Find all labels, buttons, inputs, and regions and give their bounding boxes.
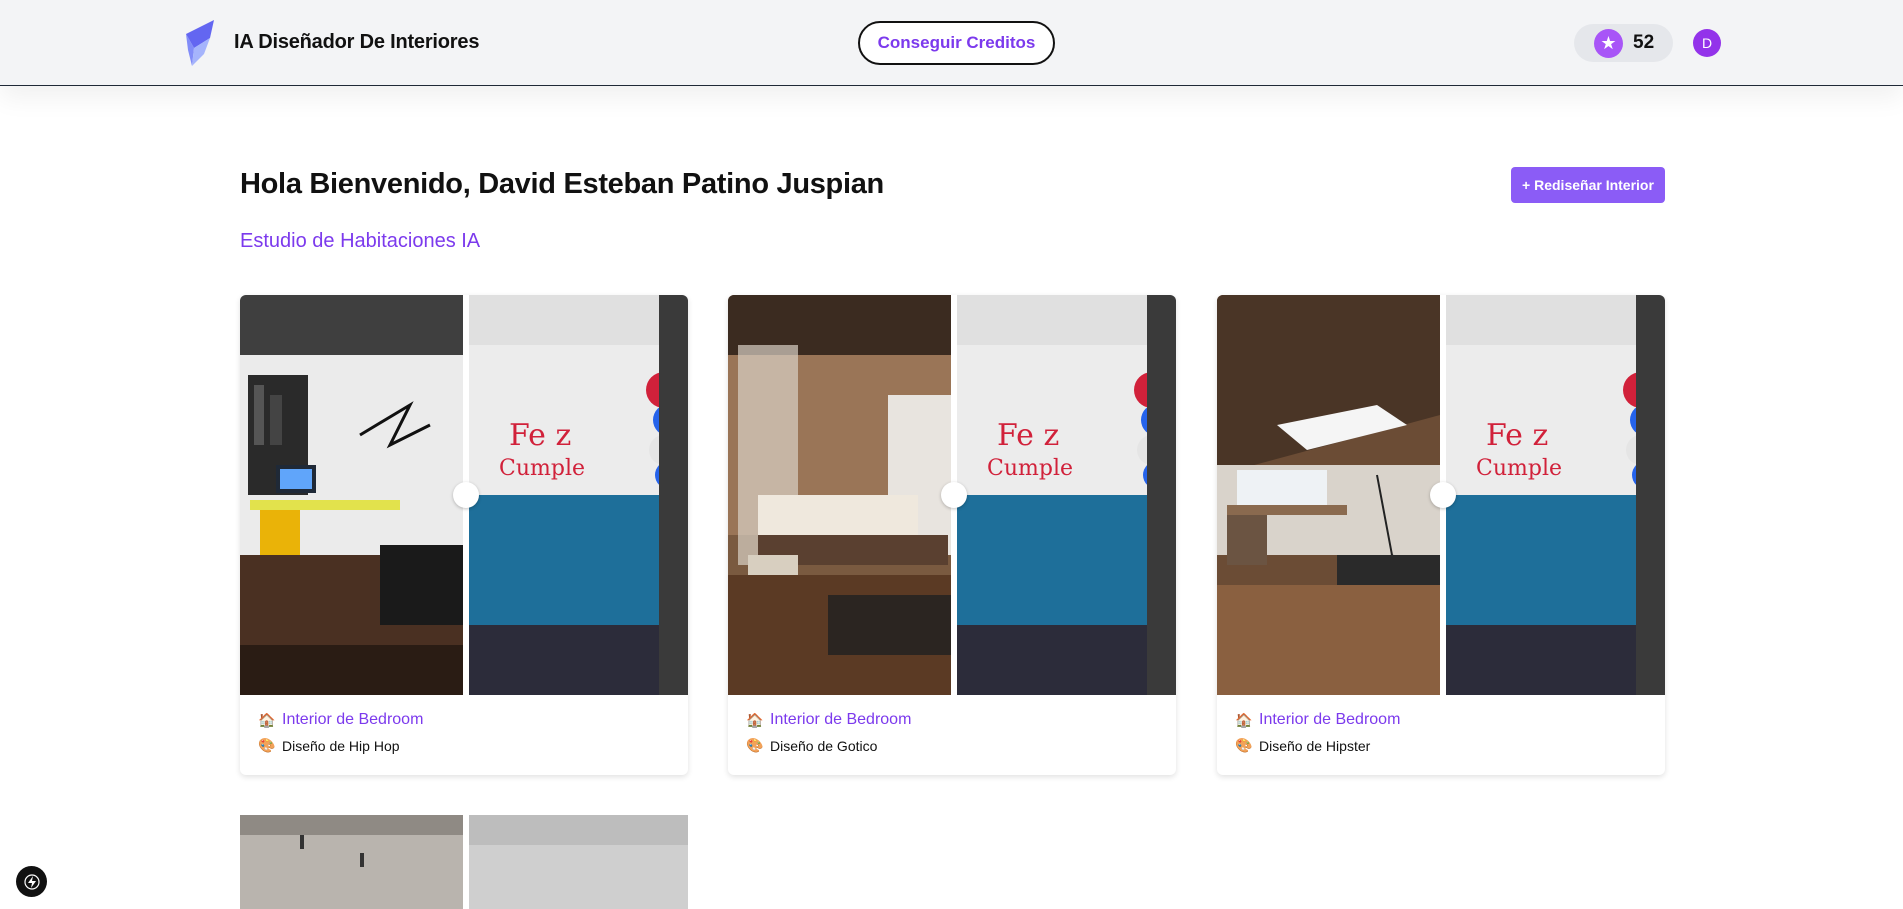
design-style-label: Diseño de Gotico — [770, 737, 878, 754]
room-card: Fe z Cumple 🏠 Interior de Bedroom 🎨 Dise… — [240, 295, 688, 775]
original-room-image: Fe z Cumple — [957, 295, 1176, 695]
room-image-partial — [240, 815, 688, 909]
get-credits-button[interactable]: Conseguir Creditos — [858, 21, 1055, 65]
before-after-slider[interactable]: Fe z Cumple — [240, 295, 688, 695]
original-room-image: Fe z Cumple — [1446, 295, 1665, 695]
before-after-slider[interactable]: Fe z Cumple — [1217, 295, 1665, 695]
redesigned-room-image — [728, 295, 951, 695]
palette-icon: 🎨 — [258, 737, 276, 753]
house-icon: 🏠 — [258, 711, 276, 728]
svg-text:Cumple: Cumple — [1476, 456, 1562, 481]
page-title: Hola Bienvenido, David Esteban Patino Ju… — [240, 168, 884, 200]
svg-text:Fe z: Fe z — [997, 418, 1059, 453]
app-logo-icon[interactable] — [184, 20, 218, 66]
room-type-label: Interior de Bedroom — [1259, 711, 1401, 728]
credit-balance: ★ 52 — [1574, 24, 1673, 62]
house-icon: 🏠 — [746, 711, 764, 728]
section-subtitle: Estudio de Habitaciones IA — [240, 230, 481, 252]
redesign-interior-button[interactable]: + Rediseñar Interior — [1511, 167, 1665, 203]
user-avatar[interactable]: D — [1693, 29, 1721, 57]
slider-handle[interactable] — [453, 482, 479, 508]
top-navbar: IA Diseñador De Interiores Conseguir Cre… — [0, 0, 1903, 86]
svg-text:Fe z: Fe z — [1486, 418, 1548, 453]
brand-name[interactable]: IA Diseñador De Interiores — [234, 31, 479, 54]
house-icon: 🏠 — [1235, 711, 1253, 728]
star-icon: ★ — [1594, 28, 1623, 58]
palette-icon: 🎨 — [746, 737, 764, 753]
room-card-partial — [240, 815, 688, 909]
svg-text:Fe z: Fe z — [509, 418, 571, 453]
palette-icon: 🎨 — [1235, 737, 1253, 753]
redesigned-room-image — [1217, 295, 1440, 695]
svg-text:Cumple: Cumple — [499, 456, 585, 481]
room-card: Fe z Cumple 🏠 Interior de Bedroom 🎨 Dise… — [728, 295, 1176, 775]
before-after-slider[interactable]: Fe z Cumple — [728, 295, 1176, 695]
room-type-label: Interior de Bedroom — [770, 711, 912, 728]
design-style-label: Diseño de Hipster — [1259, 737, 1371, 754]
room-card: Fe z Cumple 🏠 Interior de Bedroom 🎨 Dise… — [1217, 295, 1665, 775]
room-type-label: Interior de Bedroom — [282, 711, 424, 728]
slider-handle[interactable] — [1430, 482, 1456, 508]
svg-text:Cumple: Cumple — [987, 456, 1073, 481]
lightning-icon[interactable] — [16, 866, 47, 897]
original-room-image: Fe z Cumple — [469, 295, 688, 695]
slider-handle[interactable] — [941, 482, 967, 508]
design-style-label: Diseño de Hip Hop — [282, 737, 400, 754]
redesigned-room-image — [240, 295, 463, 695]
credit-count: 52 — [1633, 32, 1655, 53]
